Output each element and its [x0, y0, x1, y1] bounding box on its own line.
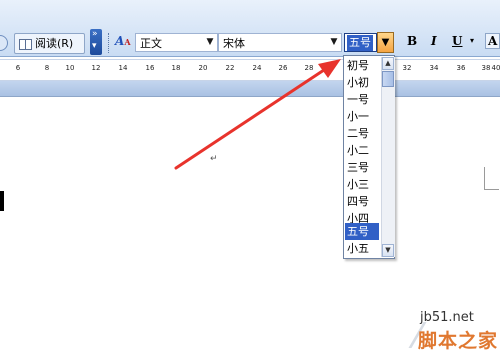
- font-size-option[interactable]: 二号: [345, 125, 379, 142]
- font-combo-value: 宋体: [223, 37, 245, 50]
- font-size-option[interactable]: 四号: [345, 193, 379, 210]
- horizontal-ruler[interactable]: 6 8 10 12 14 16 18 20 22 24 26 28 32 34 …: [0, 59, 500, 81]
- ruler-tick: 36: [456, 64, 466, 72]
- underline-button[interactable]: U: [452, 34, 462, 50]
- font-size-option[interactable]: 初号: [345, 57, 379, 74]
- italic-button[interactable]: I: [431, 34, 437, 50]
- ruler-tick: 18: [171, 64, 181, 72]
- font-combo[interactable]: 宋体 ▼: [218, 33, 342, 52]
- ruler-tick: 14: [118, 64, 128, 72]
- scroll-up-icon[interactable]: ▲: [382, 57, 394, 70]
- read-mode-button[interactable]: 阅读(R): [14, 33, 85, 54]
- ruler-tick: 10: [65, 64, 75, 72]
- style-combo-value: 正文: [140, 37, 162, 50]
- ruler-tick: 28: [304, 64, 314, 72]
- style-combo[interactable]: 正文 ▼: [135, 33, 218, 52]
- scroll-thumb[interactable]: [382, 71, 394, 87]
- font-size-combo[interactable]: 五号: [344, 33, 377, 52]
- text-caret: [0, 191, 4, 211]
- ruler-tick: 26: [278, 64, 288, 72]
- font-size-option[interactable]: 小初: [345, 74, 379, 91]
- watermark-brand: 脚本之家: [418, 330, 499, 352]
- font-size-value: 五号: [347, 35, 373, 51]
- underline-options-arrow-icon[interactable]: ▾: [470, 36, 474, 45]
- dropdown-scrollbar[interactable]: ▲ ▼: [381, 57, 395, 257]
- read-mode-label: 阅读(R): [35, 37, 74, 50]
- ruler-tick: 12: [91, 64, 101, 72]
- ruler-tick: 20: [198, 64, 208, 72]
- font-size-option[interactable]: 小三: [345, 176, 379, 193]
- ruler-bar: [0, 81, 500, 97]
- toolbar-separator: [108, 33, 111, 53]
- scroll-down-icon[interactable]: ▼: [382, 244, 394, 257]
- paragraph-mark: ↵: [210, 154, 218, 164]
- dropdown-arrow-icon[interactable]: ▼: [204, 35, 216, 50]
- ruler-tick: 24: [252, 64, 262, 72]
- ruler-tick: 6: [15, 64, 21, 72]
- font-size-option[interactable]: 小一: [345, 108, 379, 125]
- bold-button[interactable]: B: [407, 34, 417, 50]
- font-size-option-selected[interactable]: 五号: [345, 223, 379, 240]
- style-icon[interactable]: AA: [115, 34, 131, 48]
- dropdown-arrow-icon[interactable]: ▼: [328, 35, 340, 50]
- font-color-button[interactable]: A: [485, 33, 500, 49]
- ruler-tick: 32: [402, 64, 412, 72]
- margin-corner-mark: [484, 167, 499, 190]
- ruler-tick: 8: [44, 64, 50, 72]
- ruler-tick: 22: [225, 64, 235, 72]
- book-icon: [19, 39, 32, 50]
- font-size-dropdown-list[interactable]: 初号 小初 一号 小一 二号 小二 三号 小三 四号 小四 五号 小五 ▲ ▼: [343, 55, 395, 259]
- toolbar-round-button[interactable]: [0, 35, 8, 51]
- watermark-url: jb51.net: [420, 310, 474, 325]
- font-size-dropdown-button[interactable]: ▼: [377, 32, 394, 53]
- font-size-option[interactable]: 一号: [345, 91, 379, 108]
- font-size-option[interactable]: 三号: [345, 159, 379, 176]
- ruler-tick: 40: [491, 64, 500, 72]
- font-size-option[interactable]: 小五: [345, 240, 379, 257]
- formatting-toolbar: 阅读(R) AA 正文 ▼ 宋体 ▼ 五号 ▼ B I U ▾ A: [0, 0, 500, 57]
- font-size-option[interactable]: 小二: [345, 142, 379, 159]
- ruler-tick: 34: [429, 64, 439, 72]
- ruler-tick: 16: [145, 64, 155, 72]
- toolbar-options-grip[interactable]: [90, 29, 102, 55]
